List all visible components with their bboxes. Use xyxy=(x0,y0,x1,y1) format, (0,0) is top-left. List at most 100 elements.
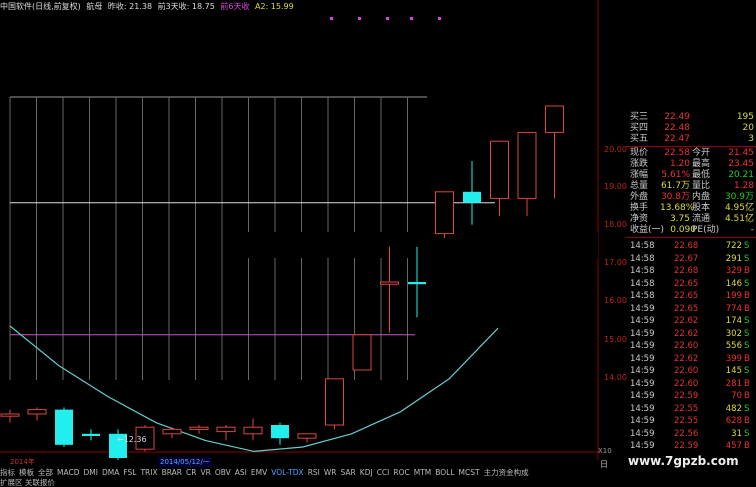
tick-side: S xyxy=(744,241,750,251)
tick-price: 22.59 xyxy=(674,391,699,401)
order-row: 买三 22.49 195 xyxy=(630,112,754,122)
tick-volume: 174 xyxy=(725,316,742,326)
tick-time: 14:58 xyxy=(630,278,655,289)
tick-price: 22.68 xyxy=(674,266,699,276)
y-tick: 19.00 xyxy=(604,182,627,191)
indicator-tab[interactable]: MTM xyxy=(414,468,432,477)
candle-body xyxy=(55,409,73,445)
indicator-tab[interactable]: DMI xyxy=(83,468,97,477)
site-logo: www.7gpzb.com xyxy=(628,454,739,468)
stat-row: 涨幅 5.61% 最低 20.21 xyxy=(630,170,754,180)
tick-time: 14:59 xyxy=(630,428,655,439)
tick-price: 22.60 xyxy=(674,366,699,376)
indicator-tab[interactable]: OBV xyxy=(215,468,231,477)
tick-side: B xyxy=(744,378,750,389)
stat-row: 总量 61.7万 量比 1.28 xyxy=(630,181,754,191)
candle-body xyxy=(271,425,289,439)
tick-price: 22.67 xyxy=(674,253,699,264)
indicator-tab[interactable]: EMV xyxy=(251,468,267,477)
indicator-tab[interactable]: VOL-TDX xyxy=(271,468,303,477)
period-label[interactable]: 日 xyxy=(600,459,608,470)
tick-row: 14:59 22.59 70 B xyxy=(626,390,756,402)
marker-dot xyxy=(330,17,333,20)
tick-row: 14:59 22.59 457 B xyxy=(626,440,756,452)
tick-row: 14:58 22.67 291 S xyxy=(626,253,756,265)
tick-volume: 399 xyxy=(725,353,742,364)
tick-time: 14:59 xyxy=(630,403,655,414)
indicator-tab[interactable]: CCI xyxy=(377,468,390,477)
marker-dot xyxy=(410,17,413,20)
prev6-close: 前6天收 xyxy=(220,2,250,11)
indicator-tab[interactable]: 模板 xyxy=(19,468,34,477)
tick-side: S xyxy=(744,341,750,351)
indicator-tab[interactable]: FSL xyxy=(123,468,136,477)
indicator-tab[interactable]: TRIX xyxy=(140,468,157,477)
candle-body xyxy=(189,426,209,430)
candle-body xyxy=(380,281,399,285)
order-row: 买四 22.48 20 xyxy=(630,123,754,133)
tick-time: 14:59 xyxy=(630,316,655,326)
candlestick-chart[interactable]: ←12.36 xyxy=(0,0,600,460)
candle-body xyxy=(216,426,236,433)
tick-row: 14:58 22.68 329 B xyxy=(626,265,756,277)
candle-body xyxy=(408,282,426,285)
tick-volume: 329 xyxy=(725,266,742,276)
indicator-tab[interactable]: WR xyxy=(324,468,337,477)
indicator-tab[interactable]: ROC xyxy=(393,468,409,477)
tick-side: S xyxy=(744,366,750,376)
divider xyxy=(626,237,756,238)
prev3-close: 前3天收: 18.75 xyxy=(157,2,215,11)
indicator-tab[interactable]: 全部 xyxy=(38,468,53,477)
indicator-tab[interactable]: MACD xyxy=(57,468,79,477)
tick-price: 22.56 xyxy=(674,428,699,439)
tick-time: 14:58 xyxy=(630,266,655,276)
tick-volume: 199 xyxy=(725,291,742,301)
tick-side: S xyxy=(744,278,750,289)
indicator-tab[interactable]: 主力资金构成 xyxy=(484,468,529,477)
candle-body xyxy=(162,428,182,435)
tick-side: S xyxy=(744,253,750,264)
tick-side: S xyxy=(744,403,750,414)
indicator-tab[interactable]: KDJ xyxy=(360,468,373,477)
tick-row: 14:59 22.60 281 B xyxy=(626,378,756,390)
tick-volume: 281 xyxy=(725,378,742,389)
a2-value: A2: 15.99 xyxy=(255,2,294,11)
y-tick: 20.00 xyxy=(604,145,627,154)
indicator-tab[interactable]: VR xyxy=(200,468,210,477)
tab-extension[interactable]: 扩展区 xyxy=(0,478,23,487)
stat-row: 净资 3.75 流通 4.51亿 xyxy=(630,214,754,224)
year-label: 2014年 xyxy=(10,458,35,466)
tab-related-quotes[interactable]: 关联报价 xyxy=(25,478,55,487)
tick-price: 22.59 xyxy=(674,441,699,451)
tick-side: S xyxy=(744,428,750,439)
tick-time: 14:58 xyxy=(630,291,655,301)
candle-body xyxy=(352,334,372,371)
indicator-tab[interactable]: BOLL xyxy=(435,468,454,477)
indicator-tab[interactable]: DMA xyxy=(102,468,119,477)
tick-time: 14:58 xyxy=(630,241,655,251)
low-price-note: ←12.36 xyxy=(117,435,147,444)
candle-body xyxy=(0,413,20,417)
indicator-tab[interactable]: 指标 xyxy=(0,468,15,477)
indicator-tab[interactable]: ASI xyxy=(235,468,247,477)
secondary-tabs: 扩展区 关联报价 xyxy=(0,478,200,487)
indicator-tab[interactable]: MCST xyxy=(459,468,480,477)
tick-row: 14:59 22.60 556 S xyxy=(626,340,756,352)
tick-time: 14:59 xyxy=(630,378,655,389)
indicator-tab[interactable]: BRAR xyxy=(162,468,182,477)
tick-row: 14:59 22.55 482 S xyxy=(626,403,756,415)
tick-volume: 556 xyxy=(725,341,742,351)
y-tick: 15.00 xyxy=(604,335,627,344)
y-tick: 18.00 xyxy=(604,220,627,229)
tick-time: 14:59 xyxy=(630,391,655,401)
tick-row: 14:58 22.65 199 B xyxy=(626,290,756,302)
tick-row: 14:59 22.65 774 B xyxy=(626,303,756,315)
tick-time: 14:59 xyxy=(630,303,655,314)
y-tick: 14.00 xyxy=(604,373,627,382)
tick-price: 22.60 xyxy=(674,378,699,389)
indicator-tab[interactable]: RSI xyxy=(308,468,320,477)
indicator-tab[interactable]: SAR xyxy=(341,468,356,477)
tick-row: 14:59 22.62 174 S xyxy=(626,315,756,327)
indicator-tab[interactable]: CR xyxy=(186,468,196,477)
tick-row: 14:58 22.65 146 S xyxy=(626,278,756,290)
